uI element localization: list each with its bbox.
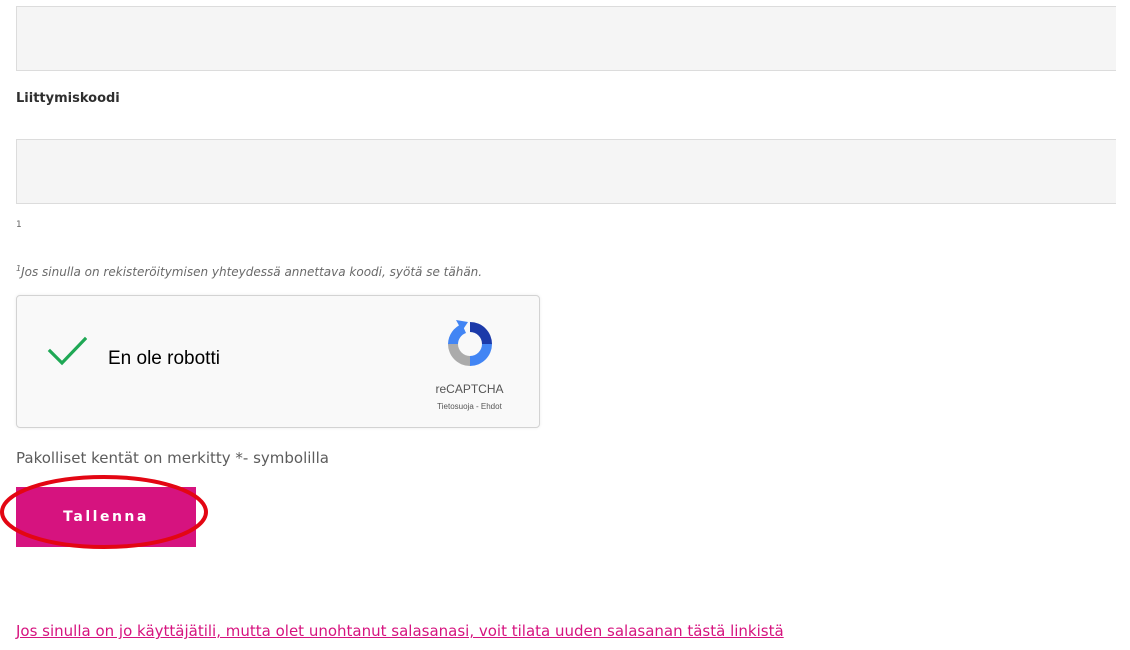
footnote-marker: 1 [16,220,22,230]
join-code-footnote: 1Jos sinulla on rekisteröitymisen yhteyd… [16,264,482,279]
required-fields-note: Pakolliset kentät on merkitty *- symboli… [16,449,329,467]
footnote-text: Jos sinulla on rekisteröitymisen yhteyde… [21,265,483,279]
previous-text-field[interactable] [16,6,1116,71]
recaptcha-label: En ole robotti [108,348,220,369]
save-button[interactable]: Tallenna [16,487,196,547]
recaptcha-terms-link[interactable]: Tietosuoja - Ehdot [397,402,542,411]
recaptcha-widget: En ole robotti reCAPTCHA Tietosuoja - Eh… [16,295,540,428]
forgot-password-link[interactable]: Jos sinulla on jo käyttäjätili, mutta ol… [16,622,784,640]
recaptcha-logo-icon [448,320,492,366]
join-code-label: Liittymiskoodi [16,91,120,106]
checkmark-icon[interactable] [47,336,87,366]
recaptcha-brand: reCAPTCHA [435,382,504,396]
join-code-input[interactable] [16,139,1116,204]
registration-form-page: Liittymiskoodi 1 1Jos sinulla on rekiste… [0,0,1130,650]
